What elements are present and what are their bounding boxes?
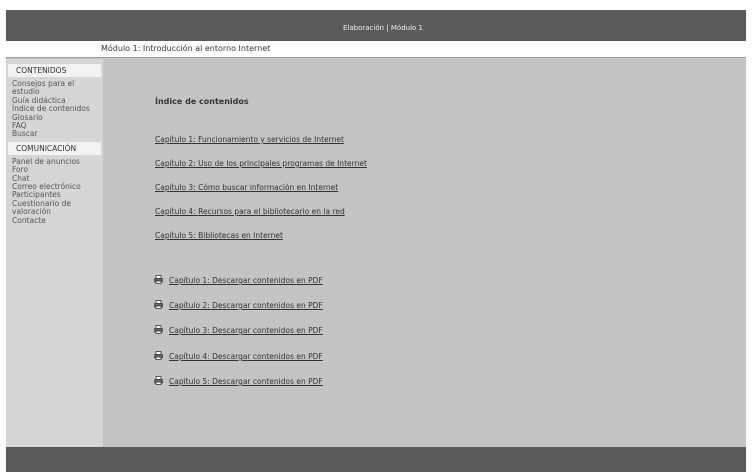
- sidebar-item-consejos[interactable]: Consejos para el estudio: [6, 79, 102, 97]
- sidebar-item-buscar[interactable]: Buscar: [6, 130, 102, 139]
- module-title: Módulo 1: Introducción al entorno Intern…: [101, 44, 271, 53]
- contenidos-heading: CONTENIDOS: [8, 64, 101, 77]
- pdf-link-chapter-2[interactable]: Capítulo 2: Descargar contenidos en PDF: [169, 301, 323, 310]
- printer-icon[interactable]: [154, 325, 163, 334]
- app-window: Elaboración | Módulo 1 Módulo 1: Introdu…: [6, 10, 746, 472]
- main-content: Índice de contenidos Capítulo 1: Funcion…: [103, 59, 746, 447]
- module-bar: Módulo 1: Introducción al entorno Intern…: [6, 41, 746, 58]
- pdf-link-row: Capítulo 4: Descargar contenidos en PDF: [154, 344, 323, 363]
- chapter-5-link[interactable]: Capítulo 5: Bibliotecas en Internet: [155, 231, 283, 240]
- page-title: Índice de contenidos: [155, 97, 249, 106]
- printer-icon[interactable]: [154, 351, 163, 360]
- printer-icon[interactable]: [154, 300, 163, 309]
- footer-bar: [6, 447, 746, 472]
- top-header-bar: Elaboración | Módulo 1: [6, 10, 746, 41]
- pdf-link-chapter-4[interactable]: Capítulo 4: Descargar contenidos en PDF: [169, 352, 323, 361]
- header-title[interactable]: Elaboración | Módulo 1: [343, 24, 423, 32]
- sidebar-item-cuestionario[interactable]: Cuestionario de valoración: [6, 199, 102, 217]
- printer-icon[interactable]: [154, 275, 163, 284]
- pdf-link-row: Capítulo 3: Descargar contenidos en PDF: [154, 318, 323, 337]
- comunicacion-heading: COMUNICACIÓN: [8, 141, 101, 155]
- chapter-3-link[interactable]: Capítulo 3: Cómo buscar información en I…: [155, 183, 338, 192]
- sidebar-item-contacte[interactable]: Contacte: [6, 216, 102, 225]
- sidebar: CONTENIDOS Consejos para el estudio Guía…: [6, 59, 103, 447]
- chapter-4-link[interactable]: Capítulo 4: Recursos para el bibliotecar…: [155, 207, 345, 216]
- pdf-link-row: Capítulo 5: Descargar contenidos en PDF: [154, 369, 323, 388]
- pdf-link-row: Capítulo 2: Descargar contenidos en PDF: [154, 293, 323, 312]
- chapter-2-link[interactable]: Capítulo 2: Uso de los principales progr…: [155, 159, 367, 168]
- printer-icon[interactable]: [154, 376, 163, 385]
- pdf-link-row: Capítulo 1: Descargar contenidos en PDF: [154, 268, 323, 287]
- pdf-link-chapter-5[interactable]: Capítulo 5: Descargar contenidos en PDF: [169, 377, 323, 386]
- pdf-link-chapter-3[interactable]: Capítulo 3: Descargar contenidos en PDF: [169, 326, 323, 335]
- pdf-link-chapter-1[interactable]: Capítulo 1: Descargar contenidos en PDF: [169, 276, 323, 285]
- chapter-1-link[interactable]: Capítulo 1: Funcionamiento y servicios d…: [155, 135, 344, 144]
